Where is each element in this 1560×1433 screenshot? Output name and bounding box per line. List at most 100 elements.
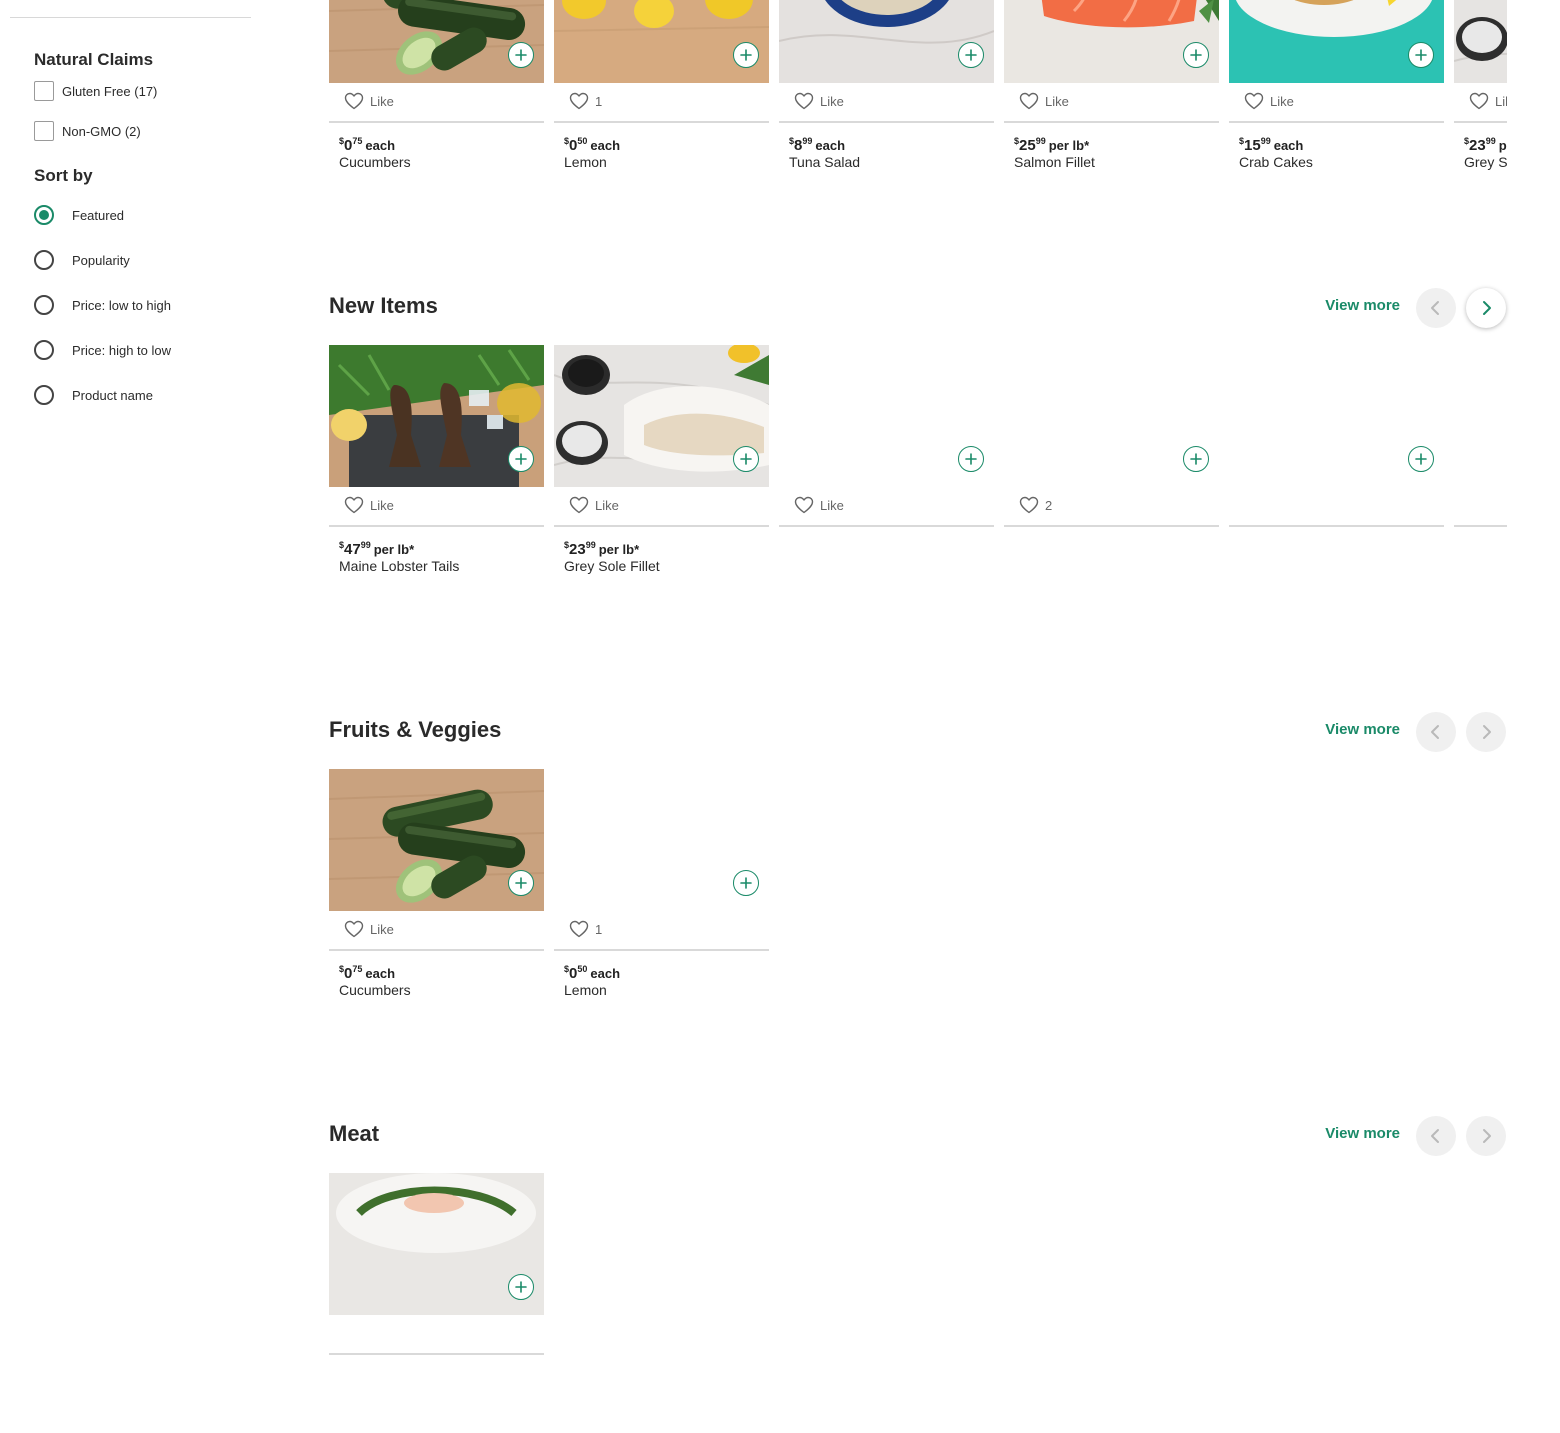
featured-radio[interactable]	[34, 205, 54, 225]
product-image[interactable]	[1229, 0, 1444, 83]
product-card[interactable]: Like $899 each Tuna Salad	[779, 0, 994, 201]
carousel-next-button[interactable]	[1466, 712, 1506, 752]
filter-gluten-free[interactable]: Gluten Free (17)	[34, 80, 157, 102]
add-to-cart-button[interactable]	[1183, 42, 1209, 68]
product-name[interactable]: Lemon	[564, 982, 607, 998]
like-button[interactable]: Like	[344, 91, 394, 111]
like-button[interactable]: Like	[1019, 91, 1069, 111]
product-card[interactable]: Like $075 each Cucumbers	[329, 0, 544, 201]
add-to-cart-button[interactable]	[508, 446, 534, 472]
product-name-radio[interactable]	[34, 385, 54, 405]
product-card[interactable]	[1454, 345, 1507, 605]
product-name[interactable]: Grey Sole Fillet	[1464, 154, 1507, 170]
product-card[interactable]: Like	[779, 345, 994, 605]
like-button[interactable]: Like	[344, 495, 394, 515]
like-button[interactable]: Like	[794, 495, 844, 515]
product-name[interactable]: Cucumbers	[339, 154, 411, 170]
price-unit: each	[365, 138, 396, 153]
sort-option-price-high-low[interactable]: Price: high to low	[34, 339, 171, 361]
view-more-link[interactable]: View more	[1325, 1124, 1400, 1144]
popularity-radio[interactable]	[34, 250, 54, 270]
plus-icon	[515, 877, 527, 889]
product-card[interactable]: 2	[1004, 345, 1219, 605]
like-count: Like	[1045, 93, 1069, 109]
card-divider	[554, 949, 769, 951]
plus-icon	[740, 453, 752, 465]
filter-non-gmo[interactable]: Non-GMO (2)	[34, 120, 141, 142]
product-image[interactable]	[554, 0, 769, 83]
add-to-cart-button[interactable]	[508, 870, 534, 896]
plus-icon	[1415, 49, 1427, 61]
plus-icon	[740, 49, 752, 61]
like-button[interactable]: 2	[1019, 495, 1052, 515]
product-image[interactable]	[779, 0, 994, 83]
product-image[interactable]	[1004, 0, 1219, 83]
product-name[interactable]: Cucumbers	[339, 982, 411, 998]
section-title: Meat	[329, 1121, 380, 1146]
sort-option-featured[interactable]: Featured	[34, 204, 124, 226]
carousel-next-button[interactable]	[1466, 288, 1506, 328]
like-button[interactable]: 1	[569, 91, 602, 111]
product-card[interactable]: 1 $050 each Lemon	[554, 769, 769, 1029]
product-image[interactable]	[1454, 345, 1507, 487]
product-card[interactable]: Like $1599 each Crab Cakes	[1229, 0, 1444, 201]
sort-option-popularity[interactable]: Popularity	[34, 249, 130, 271]
natural-claims-heading: Natural Claims	[34, 50, 154, 69]
non-gmo-checkbox[interactable]	[34, 121, 54, 141]
add-to-cart-button[interactable]	[733, 446, 759, 472]
product-card[interactable]: Like $2399per lb*Grey Sole Fillet	[1454, 0, 1507, 201]
like-button[interactable]: Like	[1469, 91, 1507, 111]
product-card[interactable]: Like $2399per lb*Grey Sole Fillet	[554, 345, 769, 605]
product-image[interactable]	[1454, 0, 1507, 83]
product-carousel: Like $075 each Cucumbers 1 $050 each Lemon Lik…	[329, 0, 1507, 201]
sort-option-price-low-high[interactable]: Price: low to high	[34, 294, 171, 316]
sort-option-product-name[interactable]: Product name	[34, 384, 153, 406]
like-button[interactable]: Like	[1244, 91, 1294, 111]
carousel-prev-button[interactable]	[1416, 712, 1456, 752]
section-title: New Items	[329, 293, 438, 318]
product-name[interactable]: Tuna Salad	[789, 154, 860, 170]
plus-icon	[1190, 49, 1202, 61]
like-button[interactable]: Like	[344, 919, 394, 939]
add-to-cart-button[interactable]	[1183, 446, 1209, 472]
product-image[interactable]	[329, 0, 544, 83]
add-to-cart-button[interactable]	[508, 1274, 534, 1300]
add-to-cart-button[interactable]	[958, 42, 984, 68]
product-card[interactable]: Like $4799 per lb* Maine Lobster Tails	[329, 345, 544, 605]
product-name[interactable]: Grey Sole Fillet	[564, 558, 660, 574]
product-card[interactable]	[1229, 345, 1444, 605]
price-unit: each	[1273, 138, 1304, 153]
sort-option-label: Featured	[72, 207, 125, 223]
add-to-cart-button[interactable]	[733, 870, 759, 896]
product-name[interactable]: Lemon	[564, 154, 607, 170]
add-to-cart-button[interactable]	[1408, 42, 1434, 68]
price-low-high-radio[interactable]	[34, 295, 54, 315]
price-high-low-radio[interactable]	[34, 340, 54, 360]
product-card[interactable]: Like $075 each Cucumbers	[329, 769, 544, 1029]
sort-option-label: Product name	[72, 387, 153, 403]
view-more-link[interactable]: View more	[1325, 720, 1400, 740]
product-card[interactable]	[329, 1173, 544, 1433]
gluten-free-checkbox[interactable]	[34, 81, 54, 101]
add-to-cart-button[interactable]	[508, 42, 534, 68]
like-button[interactable]: Like	[794, 91, 844, 111]
heart-icon	[569, 92, 589, 110]
product-card[interactable]: Like $2599 per lb* Salmon Fillet	[1004, 0, 1219, 201]
like-count: Like	[595, 497, 619, 513]
add-to-cart-button[interactable]	[958, 446, 984, 472]
price-cents: 50	[577, 964, 588, 974]
add-to-cart-button[interactable]	[1408, 446, 1434, 472]
product-card[interactable]: 1 $050 each Lemon	[554, 0, 769, 201]
carousel-prev-button[interactable]	[1416, 288, 1456, 328]
view-more-link[interactable]: View more	[1325, 296, 1400, 316]
product-name[interactable]: Maine Lobster Tails	[339, 558, 459, 574]
carousel-next-button[interactable]	[1466, 1116, 1506, 1156]
product-name[interactable]: Salmon Fillet	[1014, 154, 1095, 170]
chevron-right-icon	[1483, 725, 1491, 739]
product-name[interactable]: Crab Cakes	[1239, 154, 1313, 170]
like-button[interactable]: Like	[569, 495, 619, 515]
add-to-cart-button[interactable]	[733, 42, 759, 68]
product-price: $075 each	[339, 132, 395, 155]
like-button[interactable]: 1	[569, 919, 602, 939]
carousel-prev-button[interactable]	[1416, 1116, 1456, 1156]
